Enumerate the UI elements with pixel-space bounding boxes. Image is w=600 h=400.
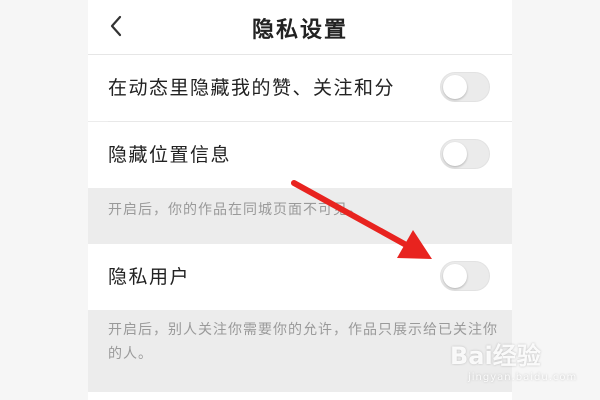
watermark-text: Bai经验 xyxy=(450,342,541,370)
baidu-jingyan-watermark: Bai经验 jingyan.baidu.com xyxy=(450,330,600,400)
screenshot-frame: 隐私设置 在动态里隐藏我的赞、关注和分 隐藏位置信息 开启后，你的作品在同城页面… xyxy=(0,0,600,400)
watermark-subtext: jingyan.baidu.com xyxy=(468,372,578,383)
